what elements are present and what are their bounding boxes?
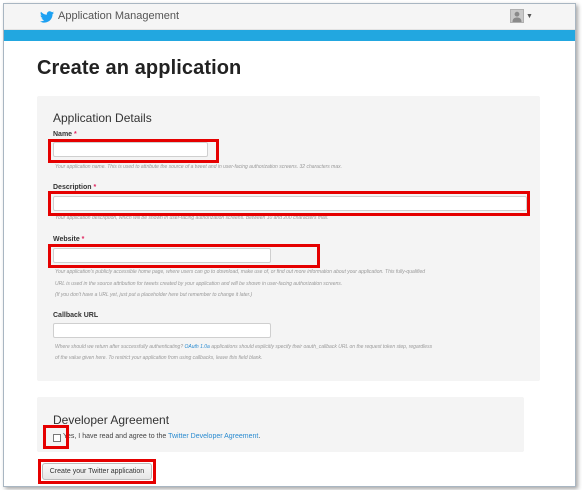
name-help-text: Your application name. This is used to a… [55, 164, 343, 170]
twitter-bird-icon[interactable] [40, 10, 54, 23]
agreement-checkbox-label: Yes, I have read and agree to the [63, 433, 167, 440]
name-label-text: Name [53, 131, 73, 138]
agreement-suffix: . [258, 433, 261, 440]
website-help-line3: (If you don't have a URL yet, just put a… [55, 292, 253, 298]
page-title: Create an application [37, 57, 242, 79]
highlight-box-checkbox [43, 425, 69, 449]
highlight-box-website [48, 244, 320, 268]
description-label: Description * [53, 184, 96, 191]
application-details-heading: Application Details [53, 111, 152, 125]
highlight-box-submit [38, 459, 156, 484]
developer-agreement-heading: Developer Agreement [53, 413, 170, 427]
description-label-text: Description [53, 184, 92, 191]
highlight-box-name [48, 139, 219, 163]
app-title[interactable]: Application Management [58, 10, 179, 22]
user-avatar-icon[interactable] [510, 9, 524, 23]
website-help-line2: URL is used in the source attribution fo… [55, 281, 343, 287]
developer-agreement-link[interactable]: Twitter Developer Agreement [168, 433, 258, 440]
highlight-box-description [48, 191, 530, 216]
callback-help-line1: Where should we return after successfull… [55, 343, 535, 351]
oauth-link[interactable]: OAuth 1.0a [185, 344, 210, 350]
website-help-line1: Your application's publicly accessible h… [55, 269, 426, 275]
callback-url-label: Callback URL [53, 312, 99, 319]
website-label: Website * [53, 236, 84, 243]
callback-url-input[interactable] [53, 323, 271, 338]
callback-help-pre: Where should we return after successfull… [55, 344, 184, 350]
required-mark: * [93, 184, 97, 191]
required-mark: * [74, 131, 77, 138]
top-nav-bar: Application Management ▼ [4, 4, 575, 30]
agreement-text: Yes, I have read and agree to the Twitte… [63, 433, 260, 440]
website-label-text: Website [53, 236, 80, 243]
callback-help-line2: of the value given here. To restrict you… [55, 355, 263, 361]
caret-down-icon[interactable]: ▼ [526, 13, 533, 20]
brand-bar [4, 30, 575, 41]
required-mark: * [81, 236, 85, 243]
callback-help-post: applications should explicitly specify t… [211, 344, 433, 350]
name-label: Name * [53, 131, 77, 138]
